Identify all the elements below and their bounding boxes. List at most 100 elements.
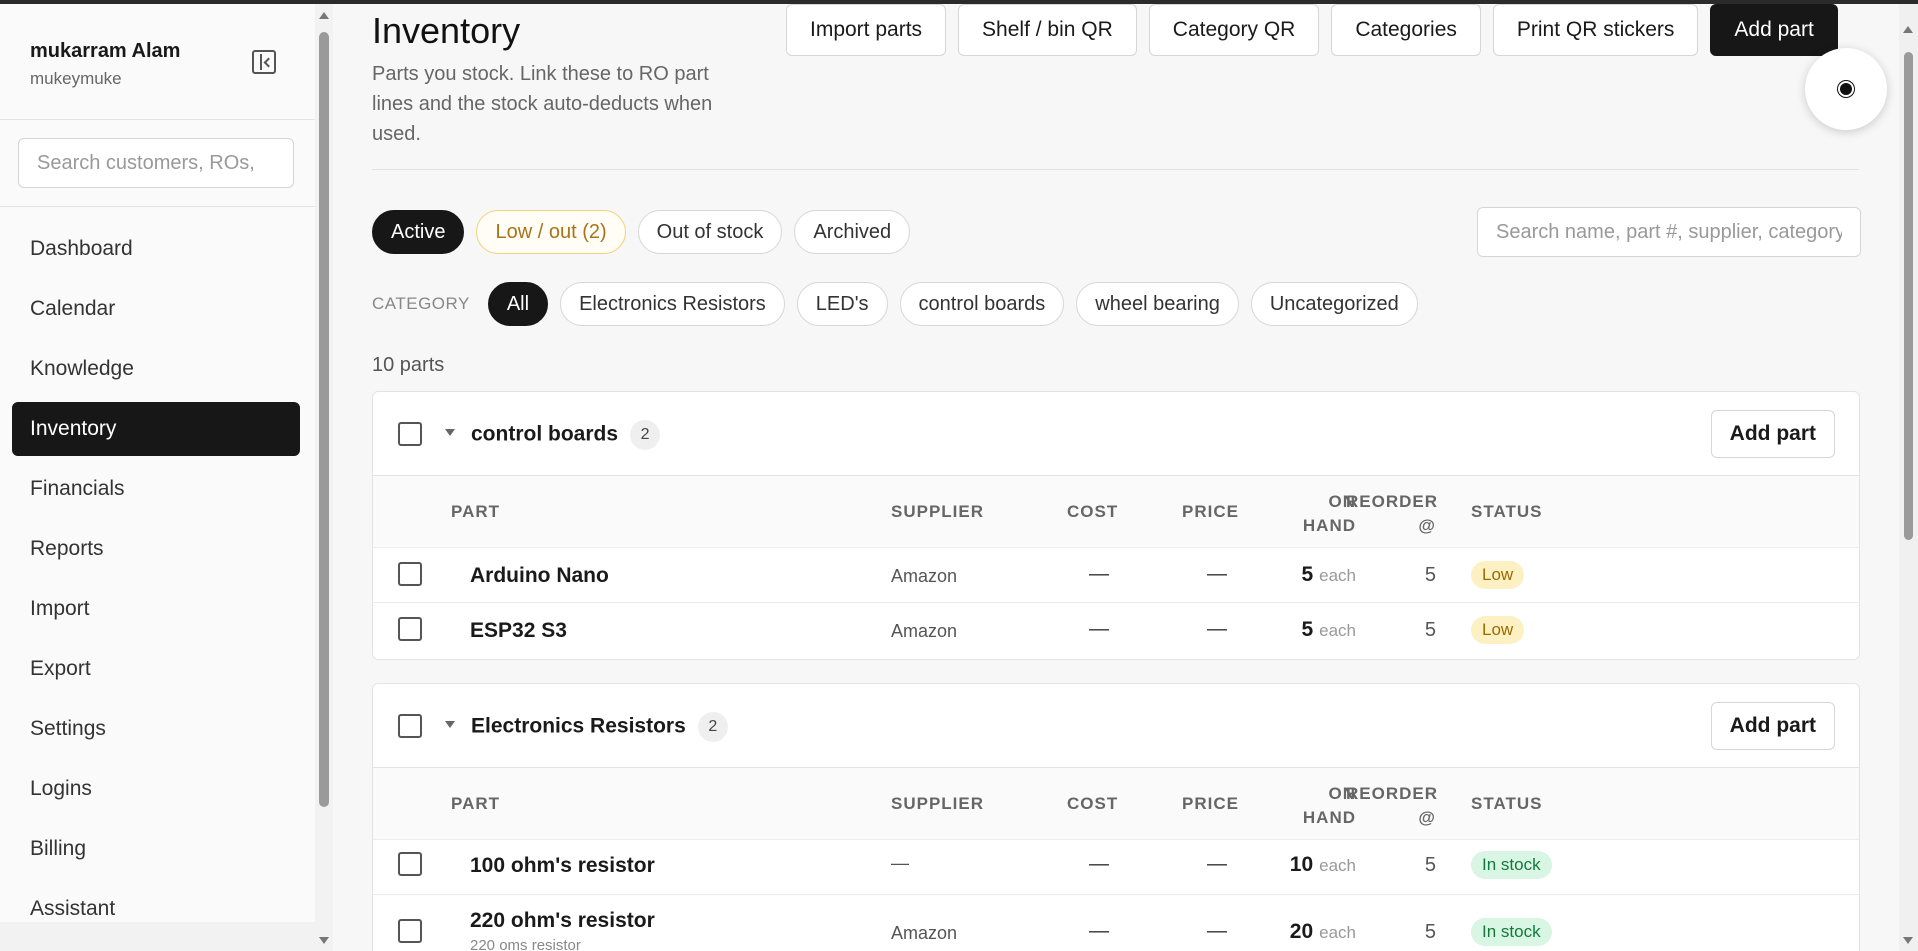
sidebar-item-financials[interactable]: Financials xyxy=(12,462,300,516)
part-price: — xyxy=(1207,920,1227,942)
scroll-up-arrow-icon[interactable] xyxy=(319,12,329,19)
group-header: Electronics Resistors 2 Add part xyxy=(373,684,1859,768)
col-on-hand: ON HAND xyxy=(1276,782,1356,830)
add-part-button[interactable]: Add part xyxy=(1710,4,1838,56)
part-supplier: — xyxy=(891,853,909,873)
shelf-bin-qr-button[interactable]: Shelf / bin QR xyxy=(958,4,1137,56)
col-reorder-line2: @ xyxy=(1418,516,1436,535)
scroll-down-arrow-icon[interactable] xyxy=(1903,937,1913,944)
part-supplier: Amazon xyxy=(891,566,958,586)
table-row[interactable]: 100 ohm's resistor — — — 10 each 5 In sto… xyxy=(373,840,1859,895)
user-profile[interactable]: mukarram Alam mukeymuke xyxy=(30,40,180,89)
sidebar-scrollbar-thumb[interactable] xyxy=(319,32,329,807)
group-add-part-button[interactable]: Add part xyxy=(1710,410,1835,458)
sidebar-item-calendar[interactable]: Calendar xyxy=(12,282,300,336)
col-supplier: SUPPLIER xyxy=(891,794,985,813)
group-select-checkbox[interactable] xyxy=(398,422,422,446)
col-supplier: SUPPLIER xyxy=(891,502,985,521)
main-content: Inventory Parts you stock. Link these to… xyxy=(333,4,1899,951)
part-price: — xyxy=(1207,618,1227,640)
collapse-caret-icon[interactable] xyxy=(445,429,455,436)
sidebar-item-settings[interactable]: Settings xyxy=(12,702,300,756)
group-add-part-button[interactable]: Add part xyxy=(1710,702,1835,750)
table-header: PART SUPPLIER COST PRICE ON HAND REORDER @… xyxy=(373,476,1859,548)
on-hand-qty: 5 xyxy=(1301,563,1314,586)
part-name[interactable]: 220 ohm's resistor xyxy=(470,909,655,933)
category-leds[interactable]: LED's xyxy=(796,282,888,326)
part-supplier: Amazon xyxy=(891,923,958,943)
status-badge: In stock xyxy=(1471,851,1552,879)
floating-record-button[interactable] xyxy=(1805,48,1887,130)
part-on-hand: 5 each xyxy=(1276,618,1356,642)
status-filter-tabs: Active Low / out (2) Out of stock Archiv… xyxy=(372,210,911,254)
part-reorder: 5 xyxy=(1424,619,1436,641)
table-row[interactable]: 220 ohm's resistor 220 oms resistor Amaz… xyxy=(373,895,1859,951)
divider xyxy=(0,119,315,120)
sidebar-item-import[interactable]: Import xyxy=(12,582,300,636)
collapse-sidebar-icon[interactable] xyxy=(252,50,276,74)
categories-button[interactable]: Categories xyxy=(1331,4,1481,56)
group-header: control boards 2 Add part xyxy=(373,392,1859,476)
filter-out-of-stock[interactable]: Out of stock xyxy=(637,210,783,254)
category-wheel-bearing[interactable]: wheel bearing xyxy=(1076,282,1239,326)
group-count-badge: 2 xyxy=(697,712,728,742)
col-on-hand-line1: ON xyxy=(1328,784,1356,803)
status-badge: Low xyxy=(1471,561,1525,589)
part-on-hand: 5 each xyxy=(1276,563,1356,587)
row-checkbox[interactable] xyxy=(398,617,422,641)
part-name[interactable]: Arduino Nano xyxy=(470,564,609,588)
scroll-up-arrow-icon[interactable] xyxy=(1903,26,1913,33)
sidebar-item-export[interactable]: Export xyxy=(12,642,300,696)
part-cost: — xyxy=(1089,618,1109,640)
part-reorder: 5 xyxy=(1424,564,1436,586)
part-name[interactable]: 100 ohm's resistor xyxy=(470,854,655,878)
global-search-input[interactable] xyxy=(18,138,294,188)
row-checkbox[interactable] xyxy=(398,919,422,943)
table-header: PART SUPPLIER COST PRICE ON HAND REORDER @… xyxy=(373,768,1859,840)
group-name: control boards xyxy=(471,422,619,446)
category-uncategorized[interactable]: Uncategorized xyxy=(1250,282,1418,326)
col-price: PRICE xyxy=(1182,502,1239,521)
sidebar-item-dashboard[interactable]: Dashboard xyxy=(12,222,300,276)
category-control-boards[interactable]: control boards xyxy=(899,282,1065,326)
part-name[interactable]: ESP32 S3 xyxy=(470,619,567,643)
row-checkbox[interactable] xyxy=(398,852,422,876)
part-price: — xyxy=(1207,853,1227,875)
col-on-hand-line1: ON xyxy=(1328,492,1356,511)
sidebar-item-logins[interactable]: Logins xyxy=(12,762,300,816)
main-scrollbar[interactable] xyxy=(1899,4,1918,951)
part-reorder: 5 xyxy=(1424,854,1436,876)
print-qr-stickers-button[interactable]: Print QR stickers xyxy=(1492,4,1699,56)
category-electronics-resistors[interactable]: Electronics Resistors xyxy=(560,282,785,326)
sidebar-item-knowledge[interactable]: Knowledge xyxy=(12,342,300,396)
sidebar-item-billing[interactable]: Billing xyxy=(12,822,300,876)
part-price: — xyxy=(1207,563,1227,585)
collapse-caret-icon[interactable] xyxy=(445,721,455,728)
row-checkbox[interactable] xyxy=(398,562,422,586)
col-reorder-line2: @ xyxy=(1418,808,1436,827)
parts-search-input[interactable] xyxy=(1477,207,1861,257)
col-reorder-line1: REORDER xyxy=(1346,784,1439,803)
table-row[interactable]: ESP32 S3 Amazon — — 5 each 5 Low xyxy=(373,603,1859,658)
sidebar-scrollbar[interactable] xyxy=(315,4,333,951)
group-select-checkbox[interactable] xyxy=(398,714,422,738)
col-cost: COST xyxy=(1067,502,1119,521)
status-badge: Low xyxy=(1471,616,1525,644)
divider xyxy=(372,169,1859,170)
sidebar-item-inventory[interactable]: Inventory xyxy=(12,402,300,456)
scroll-down-arrow-icon[interactable] xyxy=(319,937,329,944)
part-cost: — xyxy=(1089,563,1109,585)
part-reorder: 5 xyxy=(1424,921,1436,943)
category-qr-button[interactable]: Category QR xyxy=(1148,4,1320,56)
col-on-hand-line2: HAND xyxy=(1302,516,1356,535)
main-scrollbar-thumb[interactable] xyxy=(1904,52,1913,540)
filter-low-out[interactable]: Low / out (2) xyxy=(476,210,626,254)
sidebar-item-reports[interactable]: Reports xyxy=(12,522,300,576)
category-all[interactable]: All xyxy=(487,282,549,326)
parts-count: 10 parts xyxy=(372,354,445,376)
filter-active[interactable]: Active xyxy=(372,210,465,254)
import-parts-button[interactable]: Import parts xyxy=(786,4,947,56)
table-row[interactable]: Arduino Nano Amazon — — 5 each 5 Low xyxy=(373,548,1859,603)
filter-archived[interactable]: Archived xyxy=(794,210,911,254)
header-actions: Import parts Shelf / bin QR Category QR … xyxy=(786,4,1838,56)
